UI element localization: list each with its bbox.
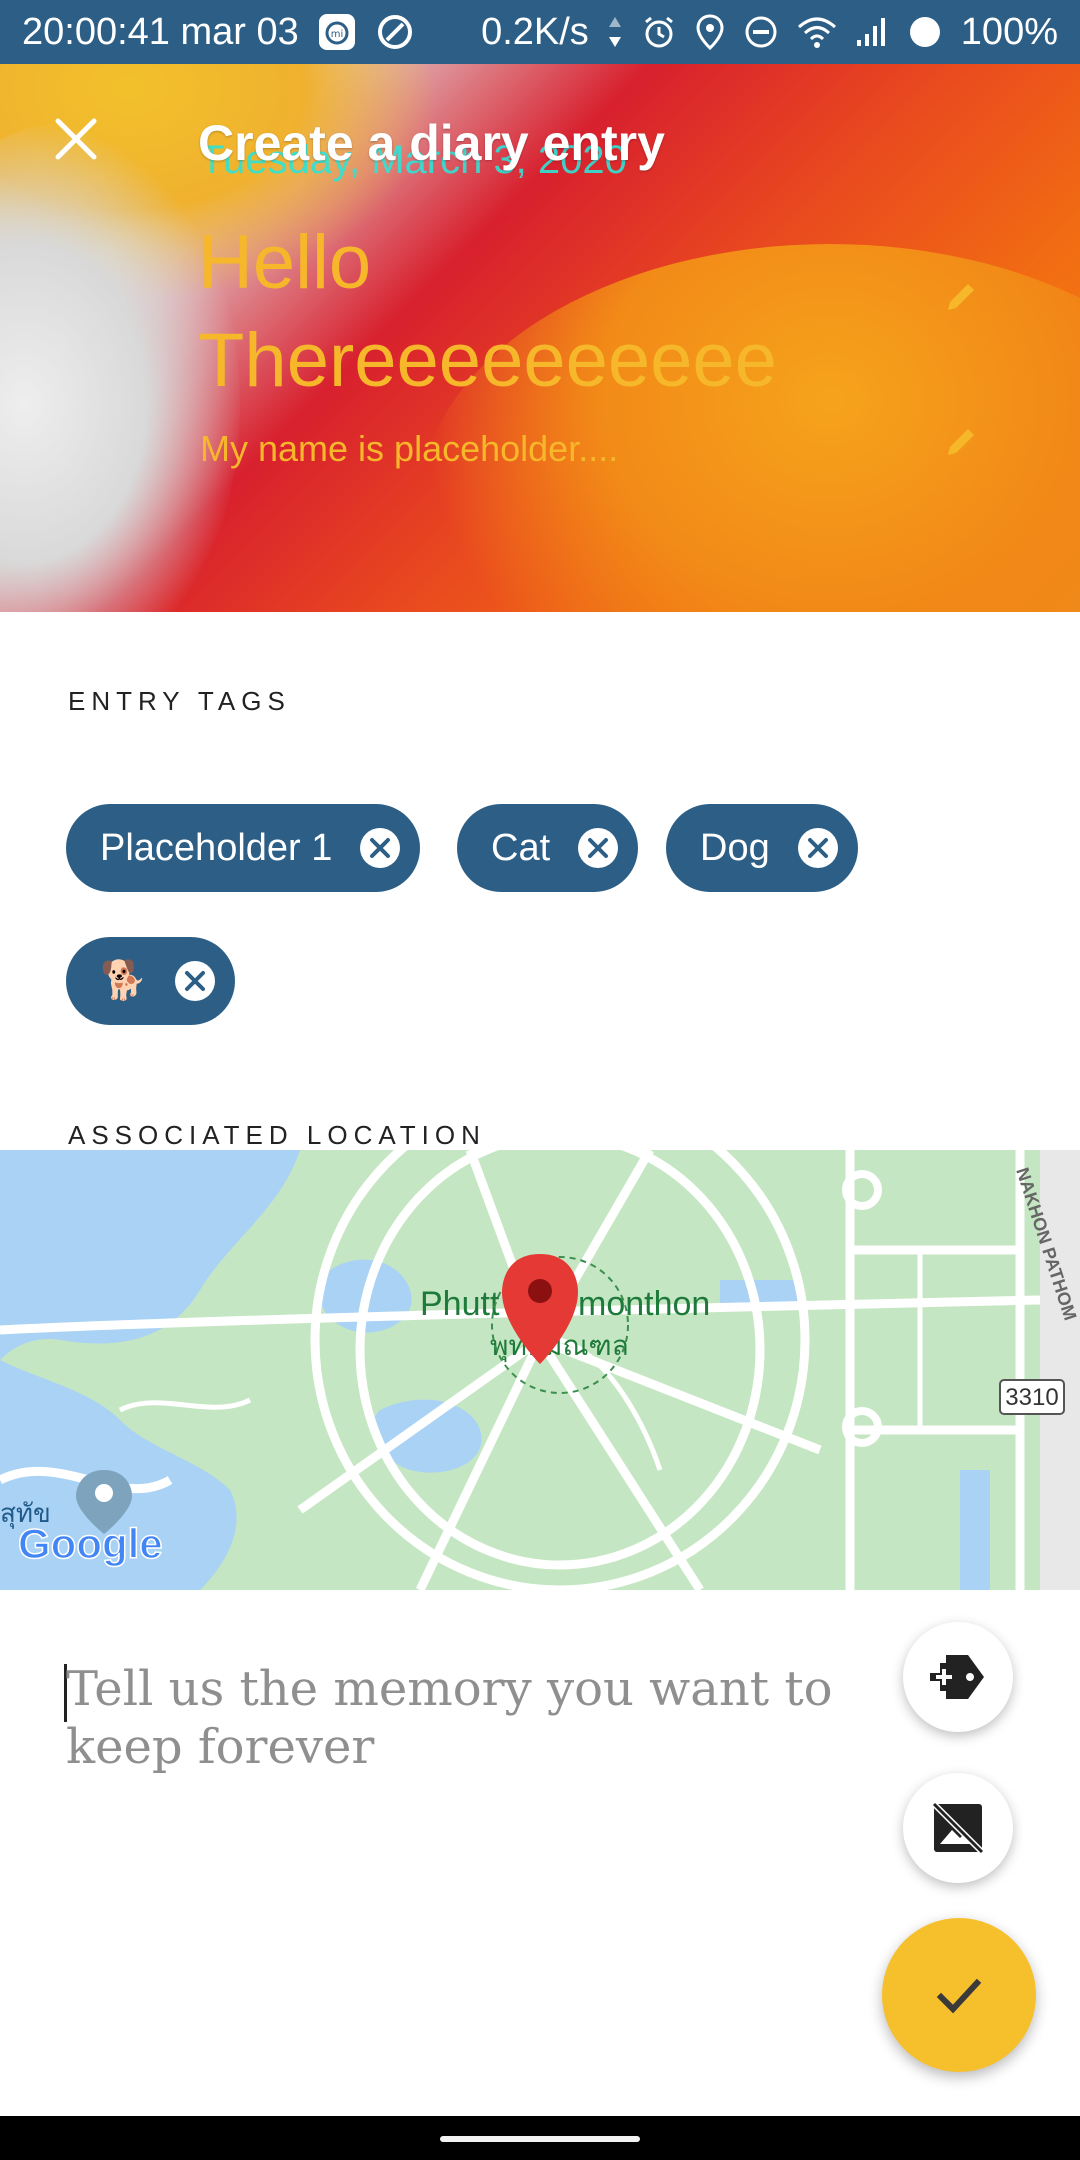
page-title: Create a diary entry — [198, 115, 665, 171]
data-arrows-icon — [607, 15, 623, 49]
entry-subtitle[interactable]: My name is placeholder.... — [200, 428, 618, 470]
entry-tags-label: ENTRY TAGS — [68, 686, 291, 716]
battery-icon — [907, 14, 943, 50]
save-entry-button[interactable] — [882, 1918, 1036, 2072]
remove-tag-button[interactable] — [358, 826, 402, 870]
location-icon — [695, 14, 725, 50]
cancel-circle-icon — [175, 961, 216, 1001]
edit-title-button[interactable] — [944, 278, 980, 319]
alarm-icon — [641, 14, 677, 50]
image-off-icon — [931, 1801, 985, 1855]
remove-tag-button[interactable] — [576, 826, 620, 870]
associated-location-label: ASSOCIATED LOCATION — [68, 1120, 486, 1150]
battery-percent: 100% — [960, 10, 1058, 53]
edit-subtitle-button[interactable] — [944, 423, 980, 464]
home-gesture-handle[interactable] — [440, 2136, 640, 2142]
tag-label: 🐕 — [100, 960, 148, 1002]
wifi-icon — [797, 15, 837, 49]
cancel-circle-icon — [797, 828, 838, 868]
mi-app-icon: mi — [317, 12, 357, 52]
network-speed: 0.2K/s — [481, 10, 589, 53]
close-button[interactable] — [52, 115, 100, 163]
tag-chip[interactable]: Cat — [457, 804, 639, 892]
memory-text-input[interactable]: Tell us the memory you want to keep fore… — [66, 1660, 956, 1776]
map-route-shield: 3310 — [1005, 1384, 1058, 1411]
remove-image-button[interactable] — [903, 1773, 1013, 1883]
remove-tag-button[interactable] — [796, 826, 840, 870]
map-place-label: Phutt — [420, 1285, 500, 1323]
add-tag-button[interactable] — [903, 1622, 1013, 1732]
status-time-date: 20:00:41 mar 03 — [22, 10, 299, 53]
map-canvas: Phutt monthon พุทธมณฑล สุทัข NAKHON PATH… — [0, 1150, 1080, 1590]
tag-chip[interactable]: 🐕 — [66, 937, 236, 1025]
google-attribution-logo: Google — [18, 1520, 163, 1567]
sync-status-icon — [375, 12, 415, 52]
remove-tag-button[interactable] — [173, 959, 217, 1003]
tag-plus-icon — [930, 1655, 984, 1699]
do-not-disturb-icon — [743, 14, 779, 50]
location-map[interactable]: Phutt monthon พุทธมณฑล สุทัข NAKHON PATH… — [0, 1150, 1080, 1590]
close-icon — [55, 118, 97, 160]
pencil-icon — [948, 429, 974, 455]
tag-chip[interactable]: Dog — [666, 804, 858, 892]
pencil-icon — [948, 284, 974, 310]
check-icon — [936, 1978, 982, 2014]
cancel-circle-icon — [360, 828, 401, 868]
map-place-label: monthon — [578, 1285, 710, 1323]
entry-title[interactable]: Hello Thereeeeeeeeee — [198, 214, 818, 410]
tag-chip[interactable]: Placeholder 1 — [66, 804, 421, 892]
cancel-circle-icon — [578, 828, 619, 868]
tag-label: Dog — [700, 826, 770, 869]
status-bar: 20:00:41 mar 03 mi 0.2K/s 100% — [0, 0, 1080, 64]
svg-text:mi: mi — [330, 29, 343, 40]
tag-label: Placeholder 1 — [100, 826, 333, 869]
tag-label: Cat — [491, 826, 551, 869]
signal-icon — [855, 16, 889, 48]
navigation-bar — [0, 2116, 1080, 2160]
